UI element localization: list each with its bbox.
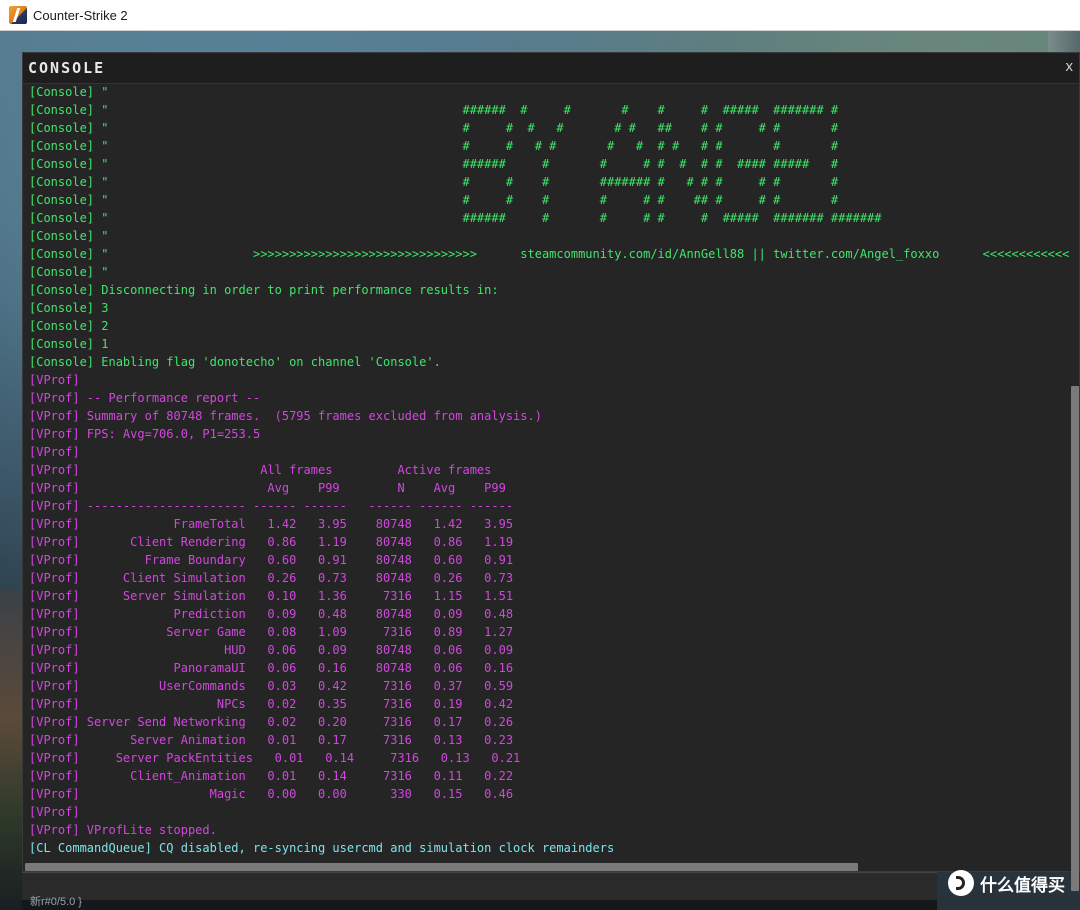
close-icon[interactable]: x [1066, 58, 1074, 75]
console-command-input[interactable] [22, 872, 937, 901]
console-line: [VProf] Summary of 80748 frames. (5795 f… [29, 409, 542, 423]
console-line: [VProf] Magic 0.00 0.00 330 0.15 0.46 [29, 787, 514, 801]
console-line: [VProf] FPS: Avg=706.0, P1=253.5 [29, 427, 261, 441]
console-line: [Console] " [29, 85, 109, 99]
window-title: Counter-Strike 2 [33, 7, 128, 23]
console-line: [VProf] HUD 0.06 0.09 80748 0.06 0.09 [29, 643, 514, 657]
console-output-log[interactable]: [Console] " [Console] " ###### # # # # # … [29, 83, 1069, 861]
console-line: [VProf] Server Send Networking 0.02 0.20… [29, 715, 514, 729]
console-line: [VProf] [29, 445, 80, 459]
console-line: [VProf] Client_Animation 0.01 0.14 7316 … [29, 769, 514, 783]
console-line: [VProf] NPCs 0.02 0.35 7316 0.19 0.42 [29, 697, 514, 711]
console-line: [VProf] Server Game 0.08 1.09 7316 0.89 … [29, 625, 514, 639]
vertical-scrollbar-thumb[interactable] [1071, 386, 1079, 891]
console-line: [CL CommandQueue] CQ disabled, re-syncin… [29, 841, 615, 855]
console-line: [VProf] Avg P99 N Avg P99 [29, 481, 506, 495]
console-line: [Console] " ###### # # # # # # # #### ##… [29, 157, 839, 171]
console-line: [Console] 3 [29, 301, 109, 315]
console-line: [Console] " # # # # # # ## # # # # [29, 193, 839, 207]
console-line: [Console] " # # # # # # # # # # # # [29, 139, 839, 153]
console-title: CONSOLE [28, 59, 106, 77]
console-line: [VProf] ---------------------- ------ --… [29, 499, 514, 513]
console-line: [Console] 2 [29, 319, 109, 333]
console-line: [Console] " ###### # # # # # ##### #####… [29, 103, 839, 117]
watermark-text: 什么值得买 [980, 875, 1065, 896]
bottom-strip [22, 900, 937, 910]
screen: Counter-Strike 2 CONSOLE x [Console] " [C… [0, 0, 1080, 910]
console-line: [Console] " [29, 265, 109, 279]
console-line: [VProf] UserCommands 0.03 0.42 7316 0.37… [29, 679, 514, 693]
console-line: [Console] " # # # # # # ## # # # # # [29, 121, 839, 135]
background-hud-text: 新r#0/5.0 } [30, 896, 82, 908]
console-line: [Console] Enabling flag 'donotecho' on c… [29, 355, 441, 369]
console-line: [Console] " [29, 229, 109, 243]
console-panel: CONSOLE x [Console] " [Console] " ###### … [22, 52, 1080, 891]
console-line: [Console] Disconnecting in order to prin… [29, 283, 499, 297]
watermark: 什么值得买 [948, 870, 1065, 896]
vertical-scrollbar[interactable] [1069, 83, 1079, 891]
console-line: [Console] " ###### # # # # # ##### #####… [29, 211, 882, 225]
console-line: [VProf] -- Performance report -- [29, 391, 261, 405]
console-header[interactable]: CONSOLE x [23, 53, 1079, 84]
console-line: [VProf] Client Rendering 0.86 1.19 80748… [29, 535, 514, 549]
console-line: [VProf] All frames Active frames [29, 463, 492, 477]
console-line: [VProf] VProfLite stopped. [29, 823, 217, 837]
horizontal-scrollbar-thumb[interactable] [25, 863, 858, 871]
watermark-logo-icon [948, 870, 974, 896]
background-scene-left [0, 590, 22, 910]
console-line: [VProf] PanoramaUI 0.06 0.16 80748 0.06 … [29, 661, 514, 675]
console-line: [VProf] Client Simulation 0.26 0.73 8074… [29, 571, 514, 585]
console-line: [VProf] [29, 805, 80, 819]
console-line: [VProf] Server Simulation 0.10 1.36 7316… [29, 589, 514, 603]
console-line: [Console] 1 [29, 337, 109, 351]
console-line: [Console] " >>>>>>>>>>>>>>>>>>>>>>>>>>>>… [29, 247, 1069, 261]
console-line: [VProf] Prediction 0.09 0.48 80748 0.09 … [29, 607, 514, 621]
console-line: [Console] " # # # ####### # # # # # # # [29, 175, 839, 189]
console-line: [VProf] Server PackEntities 0.01 0.14 73… [29, 751, 521, 765]
console-line: [VProf] FrameTotal 1.42 3.95 80748 1.42 … [29, 517, 514, 531]
console-line: [VProf] Server Animation 0.01 0.17 7316 … [29, 733, 514, 747]
counter-strike-app-icon [9, 6, 27, 24]
console-line: [VProf] Frame Boundary 0.60 0.91 80748 0… [29, 553, 514, 567]
window-titlebar: Counter-Strike 2 [0, 0, 1080, 31]
console-line: [VProf] [29, 373, 80, 387]
